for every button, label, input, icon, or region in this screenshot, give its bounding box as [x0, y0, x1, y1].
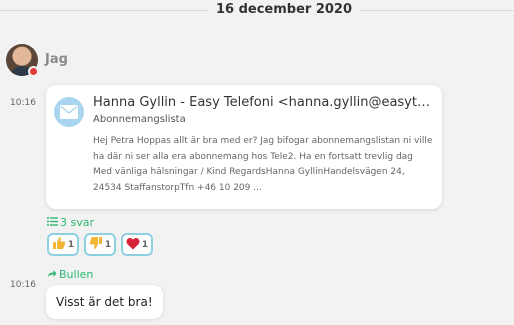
reaction-count: 1 — [141, 239, 149, 250]
date-label: 16 december 2020 — [215, 2, 353, 17]
message-time: 10:16 — [10, 98, 36, 108]
email-body: Hej Petra Hoppas allt är bra med er? Jag… — [93, 136, 433, 193]
reactions-bar: 1 1 1 — [47, 233, 153, 256]
divider-line-right — [360, 10, 514, 11]
sender-name: Jag — [45, 52, 68, 67]
date-divider: 16 december 2020 — [0, 0, 514, 22]
envelope-icon — [54, 97, 84, 127]
message-time: 10:16 — [10, 280, 36, 290]
heart-icon — [126, 235, 140, 254]
divider-line-left — [0, 10, 208, 11]
email-subject: Abonnemangslista — [93, 114, 186, 125]
message-bubble[interactable]: Visst är det bra! — [46, 285, 163, 319]
replies-label: 3 svar — [60, 216, 94, 229]
reaction-thumbs-up[interactable]: 1 — [47, 233, 79, 256]
forwarded-from[interactable]: Bullen — [47, 268, 93, 281]
forwarded-from-label: Bullen — [59, 268, 94, 281]
email-card[interactable]: Hanna Gyllin - Easy Telefoni <hanna.gyll… — [46, 85, 442, 209]
forward-arrow-icon — [47, 268, 57, 281]
reaction-count: 1 — [104, 239, 112, 250]
list-icon — [47, 216, 58, 229]
reaction-heart[interactable]: 1 — [121, 233, 153, 256]
reaction-count: 1 — [67, 239, 75, 250]
replies-link[interactable]: 3 svar — [47, 216, 94, 229]
reaction-thumbs-down[interactable]: 1 — [84, 233, 116, 256]
status-indicator — [28, 66, 39, 77]
thumbs-down-icon — [89, 235, 103, 254]
thumbs-up-icon — [52, 235, 66, 254]
email-header: Hanna Gyllin - Easy Telefoni <hanna.gyll… — [93, 95, 433, 110]
